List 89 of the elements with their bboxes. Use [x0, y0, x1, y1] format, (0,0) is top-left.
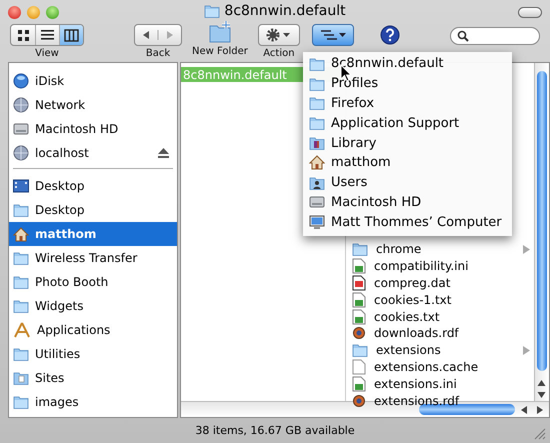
sidebar-item[interactable]: Utilities — [9, 342, 177, 366]
status-text: 38 items, 16.67 GB available — [195, 424, 355, 437]
globe-icon — [13, 73, 29, 89]
folder-icon — [309, 176, 325, 190]
document-icon — [352, 258, 366, 274]
file-item[interactable]: extensions.cache — [346, 358, 534, 376]
sidebar-item[interactable]: Desktop — [9, 198, 177, 222]
hard-drive-icon — [13, 122, 29, 136]
sidebar-item[interactable]: Desktop — [9, 174, 177, 198]
folder-icon — [13, 395, 29, 409]
folder-icon — [13, 299, 29, 313]
sidebar-item[interactable]: matthom — [9, 222, 177, 246]
globe-icon — [13, 97, 29, 113]
menu-item[interactable]: Application Support — [303, 113, 512, 134]
sidebar-item[interactable]: Macintosh HD — [9, 117, 177, 141]
sidebar-item[interactable]: Applications — [9, 318, 177, 342]
help-icon[interactable] — [380, 25, 400, 45]
folder-icon — [13, 251, 29, 265]
resize-grip-icon[interactable] — [534, 428, 546, 440]
window-title: 8c8nnwin.default — [224, 3, 346, 19]
menu-item[interactable]: Firefox — [303, 94, 512, 114]
view-label: View — [35, 48, 59, 59]
columns-icon — [64, 28, 79, 42]
ball-icon — [352, 394, 366, 408]
list-icon — [40, 28, 55, 42]
sidebar-item[interactable]: Sites — [9, 366, 177, 390]
menu-item[interactable]: Matt Thommes’ Computer — [303, 212, 512, 232]
menu-item[interactable]: Library — [303, 133, 512, 153]
document-icon — [352, 376, 366, 392]
back-forward-button[interactable] — [134, 24, 182, 46]
file-item[interactable]: chrome — [346, 241, 534, 258]
ball-icon — [352, 326, 366, 340]
back-label: Back — [146, 48, 170, 59]
sidebar-item[interactable]: Wireless Transfer — [9, 246, 177, 270]
new-folder-label: New Folder — [192, 46, 248, 57]
search-field[interactable] — [450, 27, 540, 45]
desktop-icon — [13, 179, 29, 193]
sidebar-item[interactable]: Widgets — [9, 294, 177, 318]
new-folder-icon[interactable] — [208, 20, 232, 44]
arrows-icon — [141, 30, 175, 40]
folder-icon — [309, 56, 325, 71]
sidebar-item[interactable]: Photo Booth — [9, 270, 177, 294]
gear-icon — [266, 28, 292, 42]
action-label: Action — [263, 48, 295, 59]
file-item[interactable]: extensions.ini — [346, 375, 534, 392]
path-button[interactable] — [312, 24, 354, 46]
globe-icon — [13, 145, 29, 161]
document-icon — [352, 292, 366, 308]
house-icon — [309, 155, 325, 170]
computer-icon — [309, 214, 325, 230]
folder-icon — [309, 76, 325, 91]
menu-item[interactable]: Users — [303, 172, 512, 193]
file-item[interactable]: cookies-1.txt — [346, 291, 534, 308]
hard-drive-icon — [309, 195, 325, 210]
folder-icon — [13, 347, 29, 361]
folder-icon — [309, 136, 325, 150]
toolbar-toggle-button[interactable] — [518, 6, 542, 18]
document-icon — [352, 308, 366, 325]
folder-icon — [352, 242, 368, 256]
folder-icon — [352, 343, 368, 358]
folder-icon — [204, 4, 220, 18]
folder-icon — [309, 116, 325, 130]
search-icon — [457, 30, 469, 42]
menu-item[interactable]: matthom — [303, 152, 512, 173]
file-item[interactable]: downloads.rdf — [346, 324, 534, 342]
folder-icon — [13, 371, 29, 385]
file-item[interactable]: compatibility.ini — [346, 258, 534, 275]
folder-icon — [13, 275, 29, 289]
grid-icon — [16, 28, 30, 42]
vertical-scrollbar[interactable] — [534, 63, 549, 401]
eject-icon[interactable] — [158, 148, 169, 158]
file-item[interactable]: compreg.dat — [346, 274, 534, 292]
view-mode-button[interactable] — [59, 25, 83, 45]
sidebar-item[interactable]: iDisk — [9, 69, 177, 93]
sidebar-item[interactable]: Network — [9, 93, 177, 117]
close-button[interactable] — [8, 6, 21, 18]
house-icon — [13, 226, 29, 242]
sidebar-item[interactable]: images — [9, 390, 177, 414]
file-item[interactable]: cookies.txt — [346, 308, 534, 325]
sidebar-item[interactable]: localhost — [9, 141, 177, 165]
path-icon — [318, 29, 347, 41]
file-item[interactable]: extensions — [346, 342, 534, 359]
folder-icon — [13, 203, 29, 217]
folder-icon — [309, 96, 325, 110]
document-icon — [352, 358, 366, 375]
action-button[interactable] — [258, 24, 300, 46]
document-icon — [352, 274, 366, 291]
menu-item[interactable]: Macintosh HD — [303, 192, 512, 212]
applications-icon — [13, 322, 31, 338]
